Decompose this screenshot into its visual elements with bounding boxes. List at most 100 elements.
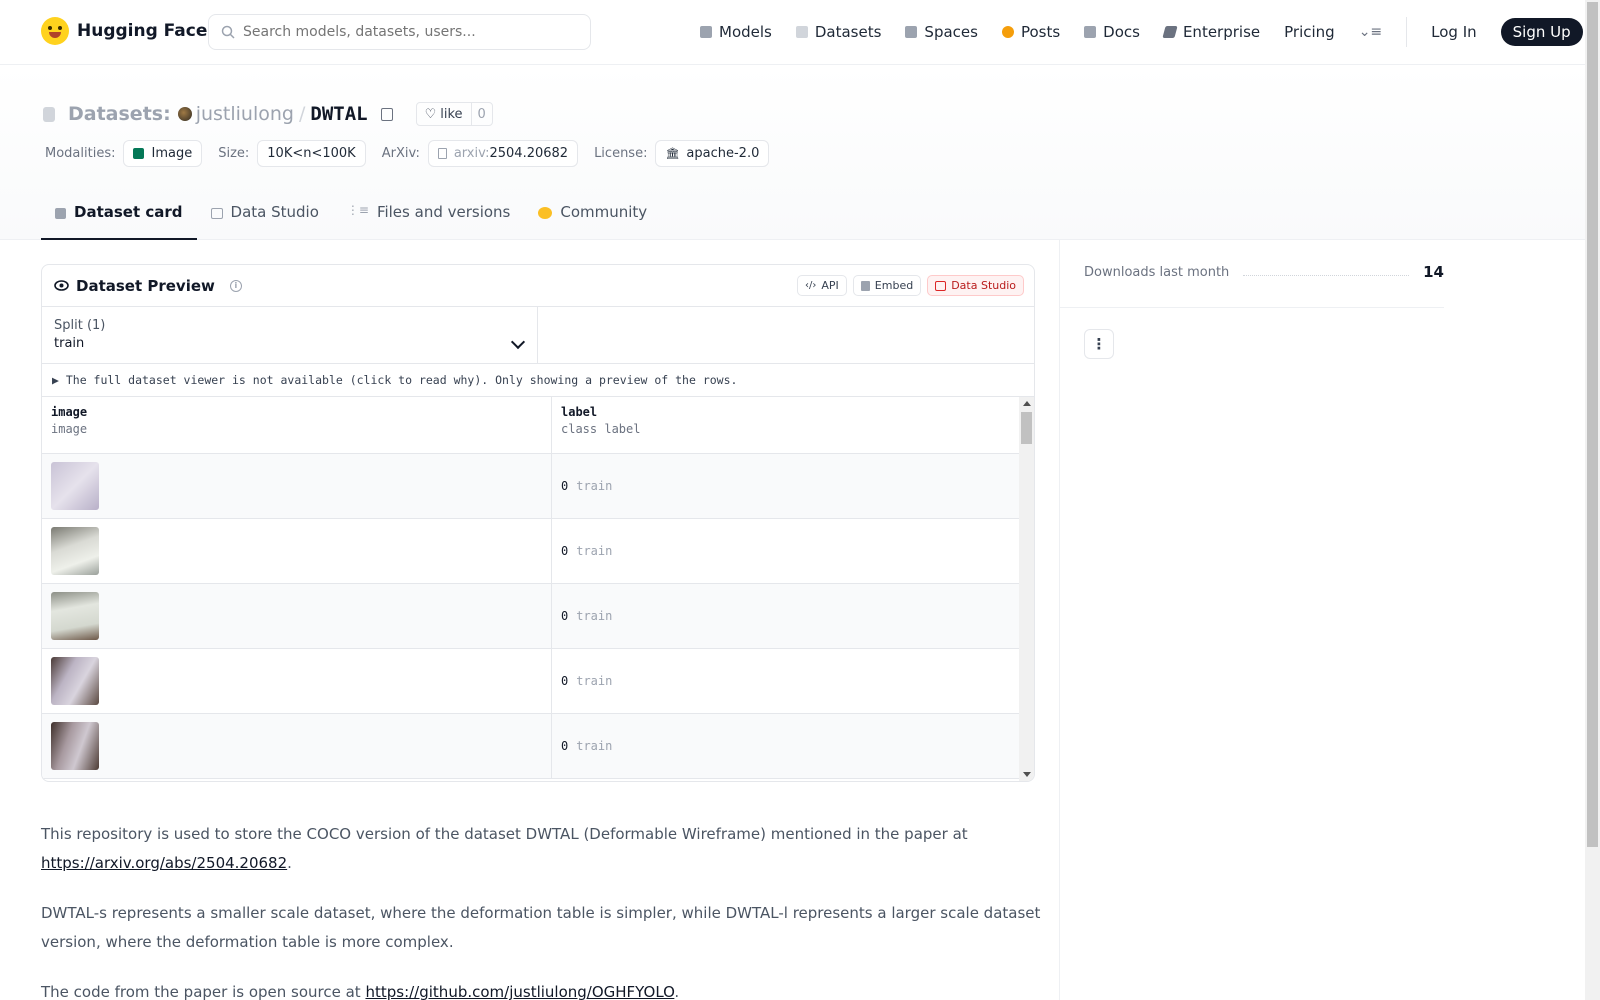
nav-docs-label: Docs <box>1103 23 1140 41</box>
column-header-label[interactable]: label class label <box>552 397 1019 453</box>
label-name: train <box>576 544 613 558</box>
owner-link[interactable]: justliulong <box>196 103 294 125</box>
label-name: train <box>576 739 613 753</box>
column-header-image[interactable]: image image <box>42 397 552 453</box>
nav-posts[interactable]: Posts <box>1001 23 1061 41</box>
tab-community-label: Community <box>560 203 648 221</box>
community-icon <box>538 207 553 219</box>
tag-size[interactable]: 10K<n<100K <box>257 140 366 167</box>
tag-arxiv[interactable]: arxiv:2504.20682 <box>427 140 579 167</box>
row-thumbnail[interactable] <box>51 722 99 770</box>
image-cell[interactable] <box>42 584 552 648</box>
more-options-button[interactable]: ⋮ <box>1084 329 1114 359</box>
tab-community[interactable]: Community <box>524 193 661 240</box>
nav-spaces-label: Spaces <box>924 23 978 41</box>
more-menu-icon: ⌄≡ <box>1358 24 1383 40</box>
license-label: License: <box>594 146 648 161</box>
repo-tabs: Dataset card Data Studio ⋮≡ Files and ver… <box>41 193 661 240</box>
table-row: 0 train <box>42 649 1034 714</box>
table-row: 0 train <box>42 454 1034 519</box>
login-link[interactable]: Log In <box>1431 23 1477 41</box>
eye-icon <box>54 280 69 291</box>
scroll-up-icon[interactable] <box>1023 401 1031 406</box>
nav-datasets[interactable]: Datasets <box>795 23 881 41</box>
repo-name[interactable]: DWTAL <box>310 103 367 125</box>
label-cell: 0 train <box>552 584 1019 648</box>
split-label: Split (1) <box>54 318 106 333</box>
scroll-down-icon[interactable] <box>1023 772 1031 777</box>
label-name: train <box>576 479 613 493</box>
repo-title: Datasets: justliulong / DWTAL ♡ like 0 <box>43 102 493 126</box>
arxiv-id: 2504.20682 <box>489 146 569 161</box>
tab-files[interactable]: ⋮≡ Files and versions <box>333 193 525 240</box>
owner-avatar <box>177 107 192 121</box>
preview-header: Dataset Preview i ‹/› API Embed Data Stud… <box>42 265 1034 307</box>
github-link[interactable]: https://github.com/justliulong/OGHFYOLO <box>365 983 674 1000</box>
tag-modality-label: Image <box>151 146 193 161</box>
data-studio-button[interactable]: Data Studio <box>927 275 1024 296</box>
embed-button[interactable]: Embed <box>852 275 922 296</box>
nav-models-label: Models <box>719 23 772 41</box>
tag-license[interactable]: 🏛 apache-2.0 <box>655 140 770 167</box>
brand-link[interactable]: Hugging Face <box>41 17 207 45</box>
repo-header: Datasets: justliulong / DWTAL ♡ like 0 Mo… <box>0 65 1585 240</box>
row-thumbnail[interactable] <box>51 527 99 575</box>
image-cell[interactable] <box>42 454 552 518</box>
downloads-stat: Downloads last month 14 <box>1084 263 1444 281</box>
datasets-icon <box>795 26 808 38</box>
tab-data-studio[interactable]: Data Studio <box>197 193 333 240</box>
tab-data-studio-label: Data Studio <box>230 203 319 221</box>
viewer-notice[interactable]: ▶ The full dataset viewer is not availab… <box>42 364 1034 397</box>
api-button[interactable]: ‹/› API <box>797 275 847 296</box>
search-input[interactable] <box>243 24 573 40</box>
split-select[interactable]: Split (1) train <box>42 307 538 363</box>
nav-divider <box>1406 17 1408 47</box>
nav-docs[interactable]: Docs <box>1084 23 1140 41</box>
heart-icon: ♡ <box>424 106 437 122</box>
table-scroll-thumb[interactable] <box>1021 412 1032 444</box>
path-separator: / <box>298 103 306 125</box>
nav-pricing[interactable]: Pricing <box>1284 23 1335 41</box>
page-scroll-thumb[interactable] <box>1587 2 1598 847</box>
nav-enterprise[interactable]: Enterprise <box>1162 23 1260 41</box>
spaces-icon <box>905 26 918 38</box>
dataset-icon <box>43 106 55 122</box>
posts-icon <box>1001 26 1014 38</box>
code-icon: ‹/› <box>805 280 817 291</box>
nav-posts-label: Posts <box>1020 23 1061 41</box>
tag-modality[interactable]: Image <box>123 140 203 167</box>
split-row: Split (1) train <box>42 307 1034 364</box>
row-thumbnail[interactable] <box>51 592 99 640</box>
label-cell: 0 train <box>552 519 1019 583</box>
nav-models[interactable]: Models <box>700 23 772 41</box>
table-row: 0 train <box>42 584 1034 649</box>
image-cell[interactable] <box>42 714 552 778</box>
row-thumbnail[interactable] <box>51 462 99 510</box>
preview-table: image image label class label 0 train 0 trai… <box>42 397 1034 781</box>
paragraph: This repository is used to store the COC… <box>41 825 968 872</box>
page-scrollbar[interactable] <box>1585 0 1600 1000</box>
like-label-wrap: ♡ like <box>417 103 471 125</box>
copy-icon[interactable] <box>380 107 393 121</box>
nav-links: Models Datasets Spaces Posts Docs Enterp… <box>700 0 1583 64</box>
arxiv-link[interactable]: https://arxiv.org/abs/2504.20682 <box>41 854 287 872</box>
tab-dataset-card[interactable]: Dataset card <box>41 193 197 240</box>
table-scrollbar[interactable] <box>1019 397 1034 781</box>
table-row: 0 train <box>42 519 1034 584</box>
nav-more-menu[interactable]: ⌄≡ <box>1359 24 1382 40</box>
sidebar-separator <box>1060 307 1444 308</box>
column-name: image <box>51 405 88 419</box>
search-box[interactable] <box>208 14 591 50</box>
image-cell[interactable] <box>42 649 552 713</box>
info-icon[interactable]: i <box>229 279 242 292</box>
hugging-face-logo-icon <box>41 17 69 45</box>
like-button[interactable]: ♡ like 0 <box>415 102 493 126</box>
signup-button[interactable]: Sign Up <box>1500 18 1583 46</box>
nav-spaces[interactable]: Spaces <box>905 23 978 41</box>
paragraph-text: The code from the paper is open source a… <box>41 983 361 1000</box>
image-cell[interactable] <box>42 519 552 583</box>
row-thumbnail[interactable] <box>51 657 99 705</box>
files-icon: ⋮≡ <box>346 203 369 217</box>
table-header: image image label class label <box>42 397 1034 454</box>
login-label: Log In <box>1431 23 1477 41</box>
